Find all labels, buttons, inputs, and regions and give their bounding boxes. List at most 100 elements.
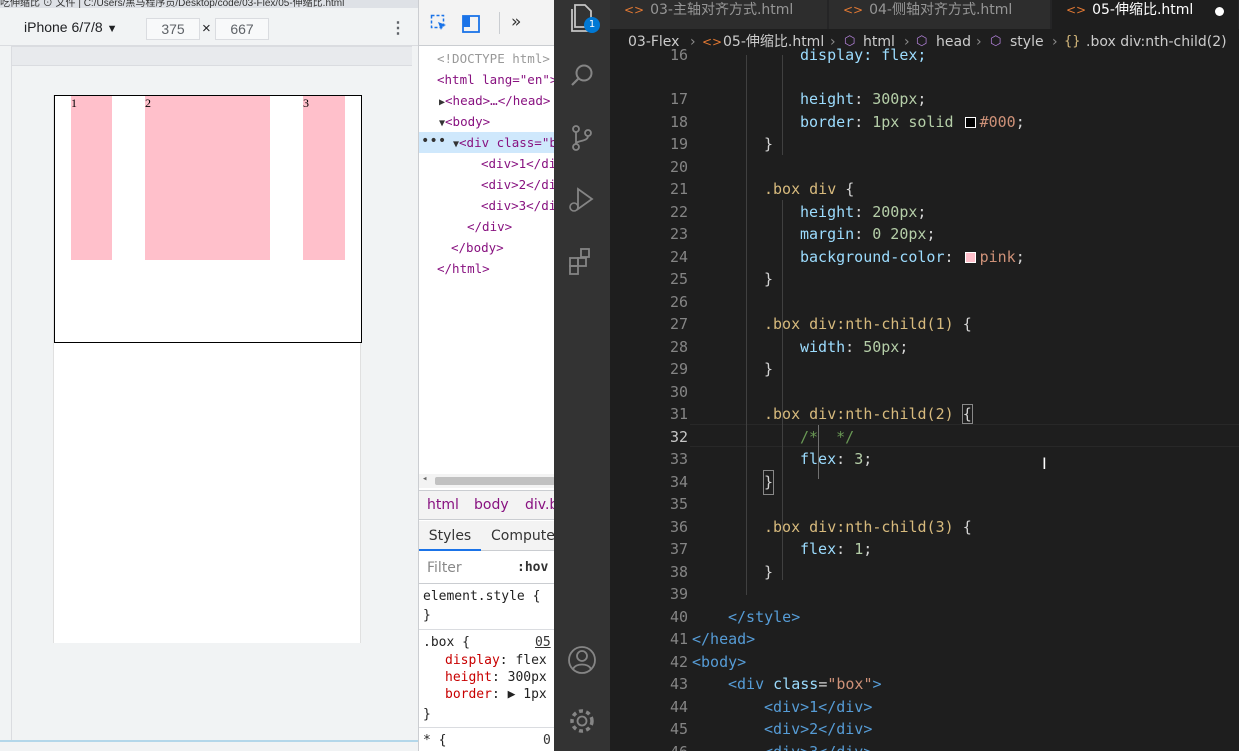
- source-control-icon[interactable]: [564, 120, 600, 156]
- line-number: 33: [669, 450, 688, 468]
- html-attr-value: "box": [827, 675, 873, 693]
- dom-node-div-close[interactable]: </div>: [467, 216, 512, 237]
- dom-node-body[interactable]: ▼<body>: [439, 111, 490, 132]
- line-number: 22: [669, 203, 688, 221]
- crumb-head[interactable]: head: [936, 29, 971, 55]
- media-query-ruler[interactable]: [12, 46, 412, 66]
- styles-pane: element.style { } .box { 05 display: fle…: [419, 585, 554, 751]
- dom-node-div-3[interactable]: <div>3</div>: [481, 195, 554, 216]
- indent-guide: [782, 55, 783, 155]
- dom-node-head[interactable]: ▶<head>…</head>: [439, 90, 550, 111]
- universal-rule-selector[interactable]: * {: [423, 732, 446, 749]
- css-value: 3: [854, 450, 864, 468]
- code-editor[interactable]: 16 17 18 19 20 21 22 23 24 25 26 27 28 2…: [610, 46, 1239, 751]
- brace-matched: {: [961, 404, 973, 424]
- code-line-45: <div>2</div>: [764, 720, 873, 738]
- code-line-31: .box div:nth-child(2) {: [764, 403, 973, 426]
- width-input[interactable]: 375: [146, 18, 200, 40]
- css-property: height: [800, 203, 855, 221]
- extensions-icon[interactable]: [564, 244, 600, 280]
- code-line-29: }: [764, 360, 774, 378]
- line-number: 42: [669, 653, 688, 671]
- color-swatch-pink[interactable]: [964, 252, 976, 263]
- dom-node-div-2[interactable]: <div>2</div>: [481, 174, 554, 195]
- line-number: 21: [669, 180, 688, 198]
- style-prop-height[interactable]: height: 300px: [445, 669, 547, 686]
- color-swatch-black[interactable]: [964, 117, 976, 128]
- box-rule-selector[interactable]: .box {: [423, 634, 470, 651]
- code-line-38: }: [764, 563, 774, 581]
- css-property: margin: [800, 225, 855, 243]
- box-rule-source-link[interactable]: 05: [535, 634, 551, 651]
- style-prop-border[interactable]: border: ▶ 1px: [445, 686, 547, 703]
- flex-item-3: 3: [303, 96, 345, 260]
- devtools-toolbar: »: [419, 0, 554, 46]
- unsaved-dot-icon[interactable]: [1215, 7, 1224, 16]
- emulated-viewport: 1 2 3: [53, 95, 362, 643]
- css-color-value: #000: [979, 113, 1016, 131]
- element-style-close: }: [423, 608, 431, 623]
- scroll-left-icon[interactable]: ◂: [422, 474, 427, 484]
- dom-node-div-box[interactable]: ▼<div class="box">: [453, 132, 554, 153]
- crumb-selector[interactable]: .box div:nth-child(2): [1086, 29, 1227, 55]
- dom-node-html-close[interactable]: </html>: [437, 258, 490, 279]
- dom-node-div-1[interactable]: <div>1</div>: [481, 153, 554, 174]
- line-number: 41: [669, 630, 688, 648]
- html-tag: <div: [728, 675, 765, 693]
- code-line-41: </head>: [692, 630, 756, 648]
- code-line-18: border: 1px solid #000;: [800, 113, 1025, 131]
- editor-tabs: <> 03-主轴对齐方式.html <> 04-侧轴对齐方式.html <> 05-伸…: [610, 0, 1239, 29]
- more-panels-icon[interactable]: »: [511, 12, 521, 32]
- filter-input[interactable]: Filter: [423, 556, 507, 580]
- code-line-46: <div>3</div>: [764, 741, 872, 751]
- css-property: flex: [800, 450, 837, 468]
- vscode-window: 1 <> 03-主轴对齐方式.html <> 04-侧轴对齐方式.html <> 05…: [554, 0, 1239, 751]
- inspect-element-icon[interactable]: [429, 14, 449, 34]
- line-number: 24: [669, 248, 688, 266]
- editor-tab[interactable]: <> 04-侧轴对齐方式.html: [829, 0, 1051, 29]
- settings-gear-icon[interactable]: [564, 703, 600, 739]
- css-value: 300px: [872, 90, 918, 108]
- account-icon[interactable]: [564, 642, 600, 678]
- dom-node-body-close[interactable]: </body>: [451, 237, 504, 258]
- flex-item-label: 3: [303, 96, 309, 110]
- html-tag: >: [872, 675, 882, 693]
- device-toggle-icon[interactable]: [461, 14, 481, 34]
- hov-toggle[interactable]: :hov: [517, 552, 548, 584]
- css-property: background-color: [800, 248, 945, 266]
- line-number: 29: [669, 360, 688, 378]
- indent-guide: [746, 55, 747, 595]
- line-number: 18: [669, 113, 688, 131]
- explorer-badge: 1: [584, 17, 600, 33]
- crumb-body[interactable]: body: [474, 491, 509, 519]
- run-debug-icon[interactable]: [564, 182, 600, 218]
- tab-styles[interactable]: Styles: [419, 521, 481, 551]
- search-icon[interactable]: [564, 58, 600, 94]
- more-options-icon[interactable]: ⋮: [390, 18, 406, 38]
- height-input[interactable]: 667: [215, 18, 269, 40]
- dom-horizontal-scrollbar[interactable]: ◂: [419, 474, 554, 488]
- crumb-style[interactable]: style: [1010, 29, 1044, 55]
- dom-node-html[interactable]: <html lang="en">: [437, 69, 554, 90]
- code-line-36: .box div:nth-child(3) {: [764, 516, 972, 539]
- crumb-html[interactable]: html: [427, 491, 459, 519]
- css-value: 50px: [863, 338, 900, 356]
- crumb-div-box[interactable]: div.box: [525, 491, 554, 519]
- scrollbar-thumb[interactable]: [435, 477, 554, 485]
- code-line-16: display: flex;: [800, 46, 927, 64]
- style-prop-display[interactable]: display: flex: [445, 652, 547, 669]
- line-number: 34: [669, 473, 688, 491]
- dom-node-head-label: <head>…</head>: [445, 93, 551, 108]
- element-style-selector[interactable]: element.style {: [423, 588, 540, 605]
- tab-computed[interactable]: Computed: [491, 521, 554, 551]
- universal-rule-source-link[interactable]: 0: [543, 732, 551, 749]
- browser-tab-strip[interactable]: 吃伸缩比 ⊙ 文件 | C:/Users/黑马程序员/Desktop/code/…: [0, 0, 418, 8]
- editor-tab[interactable]: <> 03-主轴对齐方式.html: [610, 0, 828, 29]
- flex-item-2: 2: [145, 96, 270, 260]
- editor-tab-active[interactable]: <> 05-伸缩比.html: [1052, 0, 1239, 29]
- dom-node-doctype[interactable]: <!DOCTYPE html>: [437, 48, 550, 69]
- code-line-28: width: 50px;: [800, 338, 909, 356]
- device-select[interactable]: iPhone 6/7/8 ▼: [24, 19, 118, 35]
- line-number: 17: [669, 90, 688, 108]
- line-number: 43: [669, 675, 688, 693]
